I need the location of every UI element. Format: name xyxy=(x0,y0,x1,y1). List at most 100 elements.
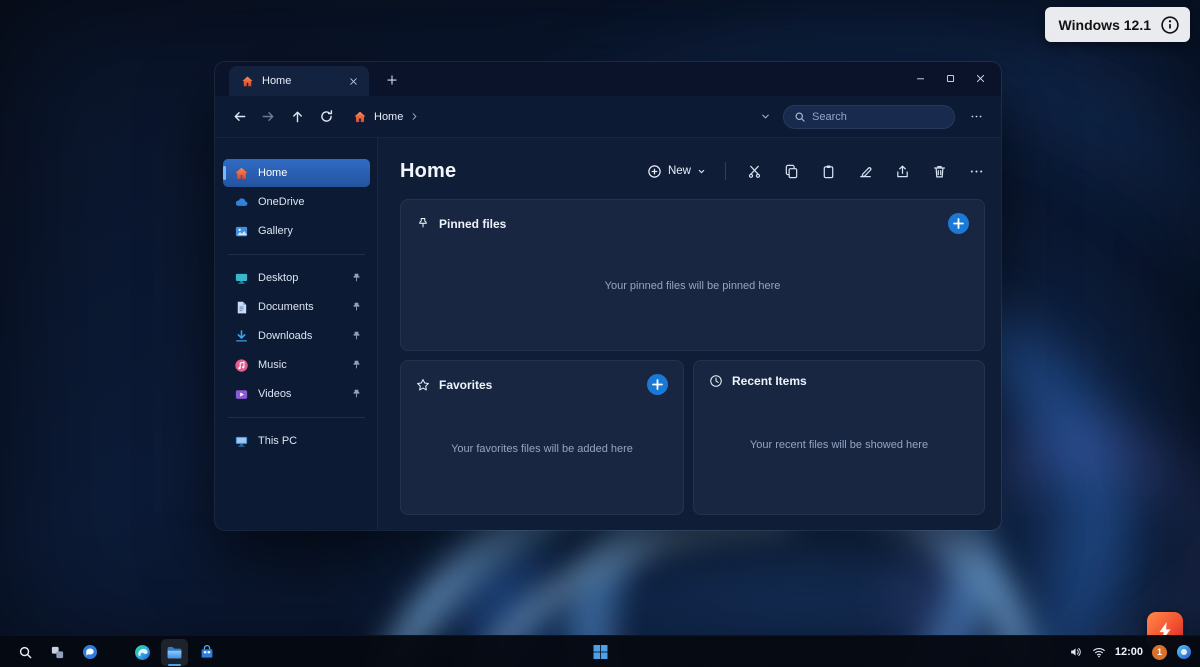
file-explorer-window: Home xyxy=(215,62,1001,530)
sidebar-item-downloads[interactable]: Downloads xyxy=(223,322,370,350)
recent-items-card: Recent Items Your recent files will be s… xyxy=(693,360,985,515)
wifi-icon[interactable] xyxy=(1092,645,1106,659)
taskbar-left xyxy=(12,636,220,667)
main-content: Home New xyxy=(378,138,1001,530)
cards-row: Favorites Your favorites files will be a… xyxy=(400,360,985,515)
chevron-down-icon xyxy=(697,167,706,176)
sidebar-item-documents[interactable]: Documents xyxy=(223,293,370,321)
pin-icon xyxy=(351,389,362,400)
chat-icon[interactable] xyxy=(76,639,103,666)
sidebar-item-label: Home xyxy=(258,167,362,179)
delete-button[interactable] xyxy=(930,162,948,180)
maximize-button[interactable] xyxy=(935,64,965,92)
video-icon xyxy=(234,387,249,402)
desktop-icon xyxy=(234,271,249,286)
more-options-button[interactable] xyxy=(967,162,985,180)
pin-icon xyxy=(351,360,362,371)
sidebar-item-label: Gallery xyxy=(258,225,362,237)
music-icon xyxy=(234,358,249,373)
corner-app-icon[interactable] xyxy=(1176,644,1192,660)
file-explorer-icon[interactable] xyxy=(161,639,188,666)
share-button[interactable] xyxy=(893,162,911,180)
cut-button[interactable] xyxy=(745,162,763,180)
tab-strip: Home xyxy=(215,62,1001,96)
caption-buttons xyxy=(905,64,995,92)
sidebar-item-videos[interactable]: Videos xyxy=(223,380,370,408)
info-icon[interactable] xyxy=(1160,15,1180,35)
edge-icon[interactable] xyxy=(129,639,156,666)
sidebar-separator xyxy=(228,254,365,255)
sidebar-item-this-pc[interactable]: This PC xyxy=(223,427,370,455)
sidebar-item-label: Documents xyxy=(258,301,342,313)
forward-button[interactable] xyxy=(254,103,283,131)
address-dropdown-icon[interactable] xyxy=(753,111,777,122)
windows-logo-icon[interactable] xyxy=(587,639,614,666)
volume-icon[interactable] xyxy=(1069,645,1083,659)
taskbar-search-icon[interactable] xyxy=(12,639,39,666)
sidebar-item-home[interactable]: Home xyxy=(223,159,370,187)
new-button-label: New xyxy=(668,165,691,177)
minimize-button[interactable] xyxy=(905,64,935,92)
taskbar: 12:00 1 xyxy=(0,635,1200,667)
sidebar-separator xyxy=(228,417,365,418)
card-title: Favorites xyxy=(439,378,638,392)
download-icon xyxy=(234,329,249,344)
chevron-right-icon xyxy=(410,112,419,121)
tab-close-icon[interactable] xyxy=(344,72,362,90)
breadcrumb[interactable]: Home xyxy=(353,110,419,124)
os-version-label: Windows 12.1 xyxy=(1059,17,1151,33)
favorites-header: Favorites xyxy=(401,361,683,395)
sidebar-item-gallery[interactable]: Gallery xyxy=(223,217,370,245)
pin-icon xyxy=(416,217,430,231)
navigation-toolbar: Home xyxy=(215,96,1001,138)
card-title: Pinned files xyxy=(439,217,939,231)
add-pinned-button[interactable] xyxy=(948,213,969,234)
breadcrumb-item[interactable]: Home xyxy=(374,111,403,123)
home-icon xyxy=(353,110,367,124)
close-button[interactable] xyxy=(965,64,995,92)
task-view-icon[interactable] xyxy=(44,639,71,666)
pinned-files-card: Pinned files Your pinned files will be p… xyxy=(400,199,985,351)
add-favorite-button[interactable] xyxy=(647,374,668,395)
pin-icon xyxy=(351,273,362,284)
sidebar-item-onedrive[interactable]: OneDrive xyxy=(223,188,370,216)
os-version-badge: Windows 12.1 xyxy=(1045,7,1190,42)
empty-state-text: Your pinned files will be pinned here xyxy=(401,234,984,350)
paste-button[interactable] xyxy=(819,162,837,180)
pin-icon xyxy=(351,331,362,342)
search-icon xyxy=(794,111,806,123)
star-icon xyxy=(416,378,430,392)
command-divider xyxy=(725,162,726,180)
content-header: Home New xyxy=(400,151,985,191)
cloud-icon xyxy=(234,195,249,210)
pin-icon xyxy=(351,302,362,313)
toolbar-more-button[interactable] xyxy=(963,110,989,123)
window-body: Home OneDrive Gallery xyxy=(215,138,1001,530)
refresh-button[interactable] xyxy=(312,103,341,131)
search-input[interactable] xyxy=(812,111,944,123)
up-button[interactable] xyxy=(283,103,312,131)
recent-items-header: Recent Items xyxy=(694,361,984,388)
command-bar: New xyxy=(647,162,985,180)
clock-icon xyxy=(709,374,723,388)
sidebar-item-music[interactable]: Music xyxy=(223,351,370,379)
card-title: Recent Items xyxy=(732,374,969,388)
tab-home[interactable]: Home xyxy=(229,66,369,96)
sidebar-item-label: Music xyxy=(258,359,342,371)
desktop: Windows 12.1 Home xyxy=(0,0,1200,667)
notification-badge[interactable]: 1 xyxy=(1152,645,1167,660)
new-button[interactable]: New xyxy=(647,164,706,179)
new-tab-button[interactable] xyxy=(379,67,405,93)
search-box[interactable] xyxy=(783,105,955,129)
pinned-files-header: Pinned files xyxy=(401,200,984,234)
home-icon xyxy=(241,75,254,88)
back-button[interactable] xyxy=(225,103,254,131)
sidebar-item-label: OneDrive xyxy=(258,196,362,208)
taskbar-clock[interactable]: 12:00 xyxy=(1115,646,1143,658)
rename-button[interactable] xyxy=(856,162,874,180)
sidebar-item-desktop[interactable]: Desktop xyxy=(223,264,370,292)
sidebar-item-label: Downloads xyxy=(258,330,342,342)
empty-state-text: Your favorites files will be added here xyxy=(401,395,683,514)
copy-button[interactable] xyxy=(782,162,800,180)
store-icon[interactable] xyxy=(193,639,220,666)
